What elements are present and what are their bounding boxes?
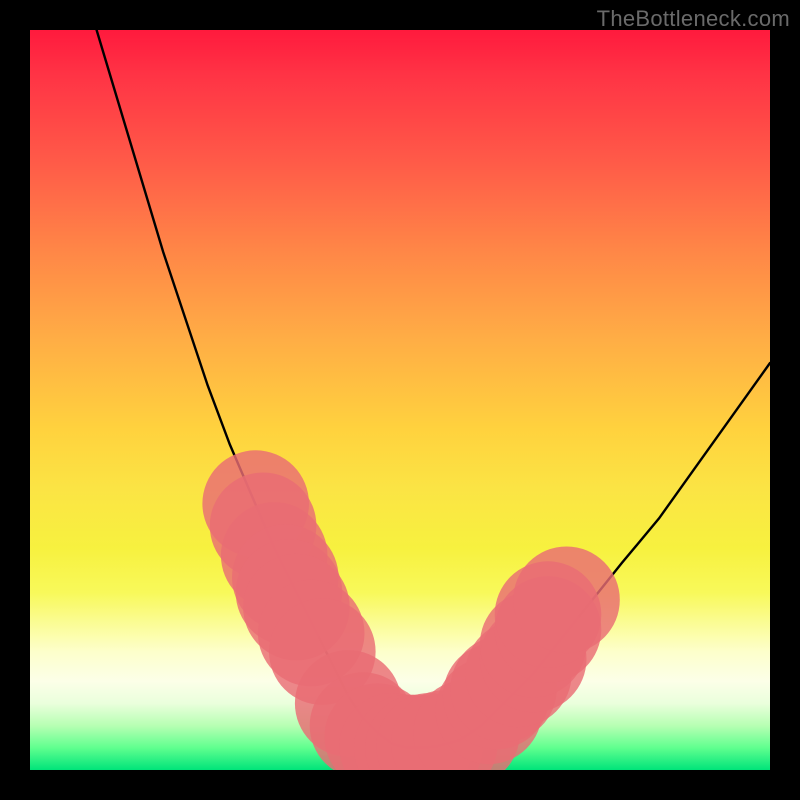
chart-svg [30,30,770,770]
chart-frame: TheBottleneck.com [0,0,800,800]
marker-group [202,450,619,770]
watermark-text: TheBottleneck.com [597,6,790,32]
data-marker [513,547,620,654]
bottleneck-curve [97,30,770,748]
chart-plot-area [30,30,770,770]
